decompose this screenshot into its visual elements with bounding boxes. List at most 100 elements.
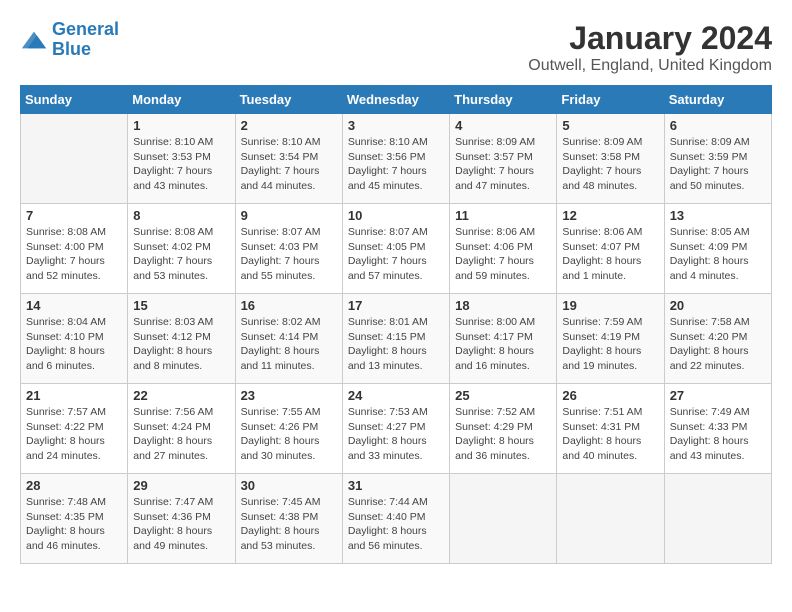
day-number: 3 [348, 118, 444, 133]
day-number: 2 [241, 118, 337, 133]
day-number: 6 [670, 118, 766, 133]
calendar-cell: 31Sunrise: 7:44 AMSunset: 4:40 PMDayligh… [342, 474, 449, 564]
day-number: 29 [133, 478, 229, 493]
calendar-cell: 16Sunrise: 8:02 AMSunset: 4:14 PMDayligh… [235, 294, 342, 384]
logo: General Blue [20, 20, 119, 60]
day-info: Sunrise: 7:56 AMSunset: 4:24 PMDaylight:… [133, 405, 229, 464]
day-number: 22 [133, 388, 229, 403]
logo-line1: General [52, 19, 119, 39]
calendar-cell: 19Sunrise: 7:59 AMSunset: 4:19 PMDayligh… [557, 294, 664, 384]
title-area: January 2024 Outwell, England, United Ki… [528, 20, 772, 75]
day-number: 13 [670, 208, 766, 223]
day-number: 26 [562, 388, 658, 403]
day-info: Sunrise: 8:02 AMSunset: 4:14 PMDaylight:… [241, 315, 337, 374]
day-info: Sunrise: 8:09 AMSunset: 3:58 PMDaylight:… [562, 135, 658, 194]
calendar-cell: 15Sunrise: 8:03 AMSunset: 4:12 PMDayligh… [128, 294, 235, 384]
calendar-cell: 5 Sunrise: 8:09 AMSunset: 3:58 PMDaylight… [557, 114, 664, 204]
day-info: Sunrise: 7:58 AMSunset: 4:20 PMDaylight:… [670, 315, 766, 374]
day-number: 27 [670, 388, 766, 403]
calendar-cell: 11 Sunrise: 8:06 AMSunset: 4:06 PMDayligh… [450, 204, 557, 294]
day-number: 17 [348, 298, 444, 313]
day-info: Sunrise: 8:07 AMSunset: 4:05 PMDaylight:… [348, 225, 444, 284]
day-info: Sunrise: 8:09 AMSunset: 3:57 PMDaylight:… [455, 135, 551, 194]
location-title: Outwell, England, United Kingdom [528, 57, 772, 75]
day-header-wednesday: Wednesday [342, 86, 449, 114]
day-number: 9 [241, 208, 337, 223]
calendar-cell: 29 Sunrise: 7:47 AMSunset: 4:36 PMDayligh… [128, 474, 235, 564]
calendar-cell: 18 Sunrise: 8:00 AMSunset: 4:17 PMDayligh… [450, 294, 557, 384]
logo-line2: Blue [52, 39, 91, 59]
day-number: 11 [455, 208, 551, 223]
day-info: Sunrise: 8:10 AMSunset: 3:54 PMDaylight:… [241, 135, 337, 194]
day-info: Sunrise: 8:01 AMSunset: 4:15 PMDaylight:… [348, 315, 444, 374]
calendar-cell: 7 Sunrise: 8:08 AMSunset: 4:00 PMDaylight… [21, 204, 128, 294]
day-number: 4 [455, 118, 551, 133]
day-number: 24 [348, 388, 444, 403]
calendar-week-row: 7 Sunrise: 8:08 AMSunset: 4:00 PMDaylight… [21, 204, 772, 294]
day-number: 7 [26, 208, 122, 223]
calendar-cell: 24 Sunrise: 7:53 AMSunset: 4:27 PMDayligh… [342, 384, 449, 474]
day-header-friday: Friday [557, 86, 664, 114]
month-title: January 2024 [528, 20, 772, 57]
day-info: Sunrise: 8:05 AMSunset: 4:09 PMDaylight:… [670, 225, 766, 284]
day-number: 12 [562, 208, 658, 223]
calendar-cell: 13 Sunrise: 8:05 AMSunset: 4:09 PMDayligh… [664, 204, 771, 294]
calendar-cell [557, 474, 664, 564]
day-info: Sunrise: 8:06 AMSunset: 4:06 PMDaylight:… [455, 225, 551, 284]
calendar-table: SundayMondayTuesdayWednesdayThursdayFrid… [20, 85, 772, 564]
day-number: 31 [348, 478, 444, 493]
day-header-tuesday: Tuesday [235, 86, 342, 114]
day-number: 21 [26, 388, 122, 403]
calendar-cell: 25 Sunrise: 7:52 AMSunset: 4:29 PMDayligh… [450, 384, 557, 474]
calendar-cell: 20 Sunrise: 7:58 AMSunset: 4:20 PMDayligh… [664, 294, 771, 384]
day-info: Sunrise: 7:49 AMSunset: 4:33 PMDaylight:… [670, 405, 766, 464]
calendar-cell [664, 474, 771, 564]
day-number: 30 [241, 478, 337, 493]
calendar-cell: 4 Sunrise: 8:09 AMSunset: 3:57 PMDaylight… [450, 114, 557, 204]
day-header-monday: Monday [128, 86, 235, 114]
day-info: Sunrise: 7:47 AMSunset: 4:36 PMDaylight:… [133, 495, 229, 554]
calendar-cell: 10 Sunrise: 8:07 AMSunset: 4:05 PMDayligh… [342, 204, 449, 294]
day-info: Sunrise: 8:06 AMSunset: 4:07 PMDaylight:… [562, 225, 658, 284]
day-info: Sunrise: 8:08 AMSunset: 4:00 PMDaylight:… [26, 225, 122, 284]
calendar-cell: 14Sunrise: 8:04 AMSunset: 4:10 PMDayligh… [21, 294, 128, 384]
day-info: Sunrise: 7:52 AMSunset: 4:29 PMDaylight:… [455, 405, 551, 464]
calendar-cell: 9 Sunrise: 8:07 AMSunset: 4:03 PMDaylight… [235, 204, 342, 294]
calendar-cell: 22 Sunrise: 7:56 AMSunset: 4:24 PMDayligh… [128, 384, 235, 474]
day-info: Sunrise: 8:00 AMSunset: 4:17 PMDaylight:… [455, 315, 551, 374]
day-header-thursday: Thursday [450, 86, 557, 114]
day-number: 25 [455, 388, 551, 403]
day-info: Sunrise: 8:10 AMSunset: 3:56 PMDaylight:… [348, 135, 444, 194]
calendar-header-row: SundayMondayTuesdayWednesdayThursdayFrid… [21, 86, 772, 114]
day-number: 20 [670, 298, 766, 313]
day-number: 10 [348, 208, 444, 223]
day-info: Sunrise: 7:51 AMSunset: 4:31 PMDaylight:… [562, 405, 658, 464]
day-number: 23 [241, 388, 337, 403]
logo-text: General Blue [52, 20, 119, 60]
day-number: 5 [562, 118, 658, 133]
day-info: Sunrise: 7:45 AMSunset: 4:38 PMDaylight:… [241, 495, 337, 554]
calendar-cell: 6 Sunrise: 8:09 AMSunset: 3:59 PMDaylight… [664, 114, 771, 204]
day-number: 1 [133, 118, 229, 133]
calendar-cell: 1Sunrise: 8:10 AMSunset: 3:53 PMDaylight… [128, 114, 235, 204]
logo-icon [20, 26, 48, 54]
day-info: Sunrise: 8:09 AMSunset: 3:59 PMDaylight:… [670, 135, 766, 194]
page-header: General Blue January 2024 Outwell, Engla… [20, 20, 772, 75]
day-number: 18 [455, 298, 551, 313]
calendar-cell: 21Sunrise: 7:57 AMSunset: 4:22 PMDayligh… [21, 384, 128, 474]
calendar-cell: 2 Sunrise: 8:10 AMSunset: 3:54 PMDaylight… [235, 114, 342, 204]
day-header-saturday: Saturday [664, 86, 771, 114]
day-number: 8 [133, 208, 229, 223]
day-info: Sunrise: 8:08 AMSunset: 4:02 PMDaylight:… [133, 225, 229, 284]
day-info: Sunrise: 8:07 AMSunset: 4:03 PMDaylight:… [241, 225, 337, 284]
day-number: 15 [133, 298, 229, 313]
day-info: Sunrise: 7:53 AMSunset: 4:27 PMDaylight:… [348, 405, 444, 464]
calendar-cell: 27 Sunrise: 7:49 AMSunset: 4:33 PMDayligh… [664, 384, 771, 474]
calendar-cell [21, 114, 128, 204]
day-number: 19 [562, 298, 658, 313]
calendar-cell [450, 474, 557, 564]
day-number: 14 [26, 298, 122, 313]
calendar-week-row: 21Sunrise: 7:57 AMSunset: 4:22 PMDayligh… [21, 384, 772, 474]
day-number: 28 [26, 478, 122, 493]
calendar-cell: 28Sunrise: 7:48 AMSunset: 4:35 PMDayligh… [21, 474, 128, 564]
